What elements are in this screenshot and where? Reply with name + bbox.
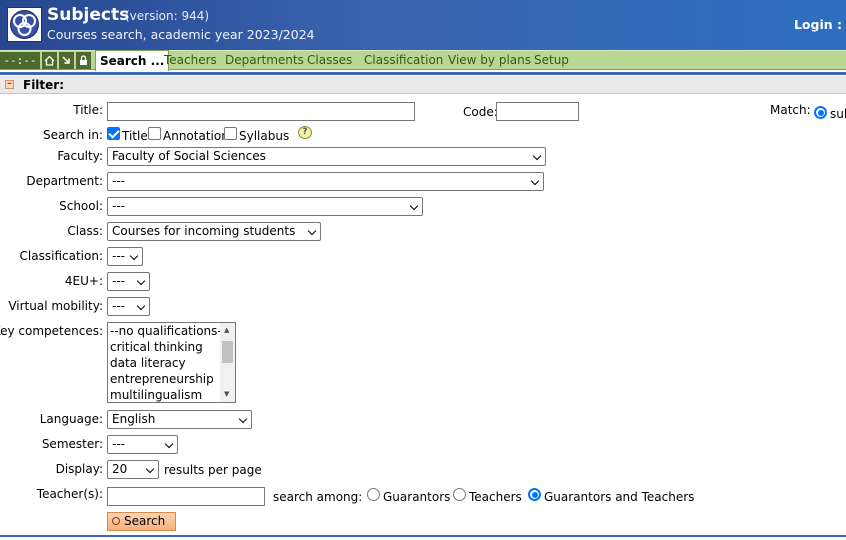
semester-label: Semester: [41,437,103,451]
guarantors-radio[interactable] [367,488,380,501]
search-in-title-label: Title [122,129,148,143]
display-suffix: results per page [164,463,262,477]
scroll-down-icon[interactable]: ▼ [224,390,229,398]
virtual-mobility-label: Virtual mobility: [8,299,103,313]
fourEU-select[interactable]: --- [107,272,150,291]
match-label: Match: [770,103,811,117]
login-link[interactable]: Login : [794,17,842,32]
magnifier-icon [112,517,120,525]
language-select[interactable]: English [107,410,252,429]
bottom-divider [0,535,846,537]
tab-departments[interactable]: Departments [225,51,304,69]
class-label: Class: [67,224,103,238]
scroll-up-icon[interactable]: ▲ [224,326,229,334]
guarantors-radio-label: Guarantors [383,490,451,504]
app-header: Subjects (version: 944) Courses search, … [0,0,846,50]
fourEU-label: 4EU+: [64,274,103,288]
tab-setup[interactable]: Setup [534,51,569,69]
classification-label: Classification: [19,249,103,263]
search-in-annotation-checkbox[interactable] [148,127,161,140]
teachers-radio-label: Teachers [469,490,522,504]
department-select[interactable]: --- [107,172,544,191]
home-icon[interactable] [42,52,57,69]
tab-teachers[interactable]: Teachers [164,51,217,69]
filter-title: Filter: [23,78,65,92]
tab-search[interactable]: Search ... [95,50,170,71]
search-among-label: search among: [273,490,363,504]
department-label: Department: [26,174,103,188]
virtual-mobility-select[interactable]: --- [107,297,150,316]
app-version: (version: 944) [125,9,210,23]
tab-view-by-plans[interactable]: View by plans [448,51,531,69]
list-item[interactable]: data literacy [110,355,186,371]
search-button[interactable]: Search [107,512,176,531]
search-in-title-checkbox[interactable] [107,127,120,140]
tab-classes[interactable]: Classes [307,51,352,69]
nav-bar: --:-- Search ... Teachers Departments Cl… [0,50,846,71]
search-in-syllabus-label: Syllabus [239,129,290,143]
classification-select[interactable]: --- [107,247,143,266]
title-label: Title: [73,103,103,117]
lock-icon[interactable] [76,52,91,69]
search-button-label: Search [124,514,166,528]
list-item[interactable]: multilingualism [110,387,202,402]
teachers-input[interactable] [107,487,265,506]
list-item[interactable]: critical thinking [110,339,203,355]
key-competences-listbox[interactable]: --no qualifications-- critical thinking … [107,322,236,403]
guarantors-and-teachers-radio-label: Guarantors and Teachers [544,490,695,504]
teachers-label: Teacher(s): [36,487,103,501]
list-item[interactable]: entrepreneurship [110,371,214,387]
guarantors-and-teachers-radio[interactable] [528,488,541,501]
title-input[interactable] [107,102,415,121]
filter-header[interactable]: – Filter: [0,76,846,94]
search-in-syllabus-checkbox[interactable] [224,127,237,140]
class-select[interactable]: Courses for incoming students [107,222,321,241]
display-label: Display: [55,462,103,476]
display-select[interactable]: 20 [107,460,159,479]
faculty-select[interactable]: Faculty of Social Sciences [107,147,546,166]
collapse-icon[interactable]: – [5,79,14,89]
help-icon[interactable]: ? [298,126,312,139]
language-label: Language: [39,412,103,426]
app-title: Subjects [47,5,130,25]
tab-classification[interactable]: Classification [364,51,443,69]
search-in-label: Search in: [42,128,103,142]
match-option-label: sul [830,107,846,121]
faculty-label: Faculty: [57,149,103,163]
school-label: School: [59,199,103,213]
session-clock: --:-- [0,52,40,69]
school-select[interactable]: --- [107,197,423,216]
header-divider [0,72,846,75]
key-competences-label: Key competences: [0,324,103,338]
semester-select[interactable]: --- [107,435,178,454]
listbox-scrollbar[interactable]: ▲ ▼ [220,323,235,402]
scrollbar-thumb[interactable] [222,341,233,363]
match-radio[interactable] [814,106,827,119]
code-label: Code: [463,105,498,119]
search-in-annotation-label: Annotation [163,129,229,143]
list-item[interactable]: --no qualifications-- [110,323,226,339]
page-subtitle: Courses search, academic year 2023/2024 [47,27,315,42]
code-input[interactable] [496,102,579,121]
enter-icon[interactable] [59,52,74,69]
teachers-radio[interactable] [453,488,466,501]
logo-icon [7,7,42,42]
